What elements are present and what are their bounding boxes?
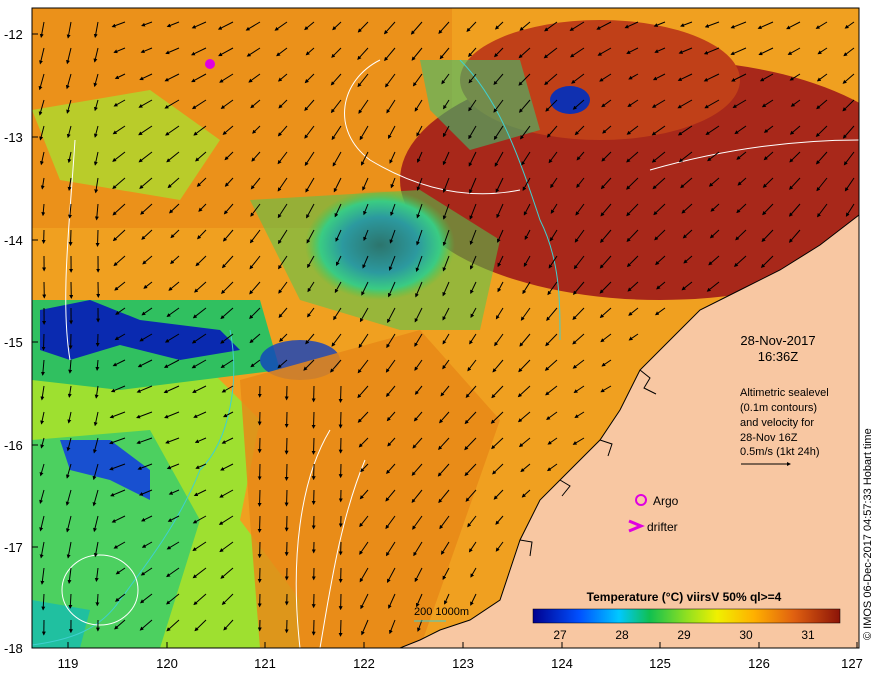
- credit-label: © IMOS 06-Dec-2017 04:57:33 Hobart time: [862, 428, 874, 640]
- y-tick-label: -13: [4, 130, 23, 145]
- y-tick-label: -16: [4, 438, 23, 453]
- sst-map: -12 -13 -14 -15 -16 -17 -18 119 120 121 …: [4, 7, 863, 671]
- velocity-arrow: [311, 437, 316, 455]
- colorbar-gradient: [532, 608, 841, 624]
- x-tick-label: 121: [254, 656, 276, 671]
- colorbar-tick: 28: [615, 628, 629, 642]
- altimetry-line: 0.5m/s (1kt 24h): [740, 446, 819, 458]
- map-time: 16:36Z: [758, 349, 799, 364]
- colorbar-tick: 27: [553, 628, 567, 642]
- colorbar-title: Temperature (°C) viirsV 50% ql>=4: [587, 590, 782, 604]
- y-tick-label: -12: [4, 27, 23, 42]
- velocity-arrow: [338, 411, 343, 429]
- velocity-arrow: [95, 229, 100, 247]
- plot-area: [32, 8, 859, 648]
- x-tick-label: 125: [649, 656, 671, 671]
- velocity-arrow: [338, 619, 343, 637]
- x-tick-label: 126: [748, 656, 770, 671]
- colorbar-tick: 30: [739, 628, 753, 642]
- velocity-arrow: [338, 385, 343, 403]
- velocity-arrow: [284, 463, 289, 481]
- altimetry-line: Altimetric sealevel: [740, 387, 829, 399]
- x-tick-label: 122: [353, 656, 375, 671]
- velocity-arrow: [41, 333, 46, 351]
- drifter-legend-label: drifter: [647, 520, 678, 534]
- depth-legend-label: 200 1000m: [414, 606, 469, 618]
- x-tick-label: 124: [551, 656, 573, 671]
- velocity-arrow: [257, 489, 262, 507]
- velocity-arrow: [284, 437, 289, 455]
- x-tick-label: 120: [156, 656, 178, 671]
- velocity-arrow: [95, 593, 100, 607]
- velocity-arrow: [68, 229, 73, 247]
- velocity-arrow: [257, 515, 262, 533]
- velocity-arrow: [311, 411, 316, 429]
- argo-float-marker: [205, 59, 215, 69]
- map-date: 28-Nov-2017: [740, 333, 815, 348]
- y-tick-label: -14: [4, 233, 23, 248]
- y-tick-label: -17: [4, 540, 23, 555]
- x-tick-label: 123: [452, 656, 474, 671]
- y-tick-label: -18: [4, 641, 23, 656]
- x-tick-label: 119: [58, 656, 79, 671]
- altimetry-line: (0.1m contours): [740, 402, 817, 414]
- altimetry-line: and velocity for: [740, 417, 814, 429]
- y-tick-label: -15: [4, 335, 23, 350]
- altimetry-line: 28-Nov 16Z: [740, 432, 798, 444]
- colorbar-tick: 29: [677, 628, 691, 642]
- argo-legend-label: Argo: [653, 494, 679, 508]
- velocity-arrow: [284, 489, 289, 507]
- colorbar-tick: 31: [801, 628, 815, 642]
- x-tick-label: 127: [841, 656, 863, 671]
